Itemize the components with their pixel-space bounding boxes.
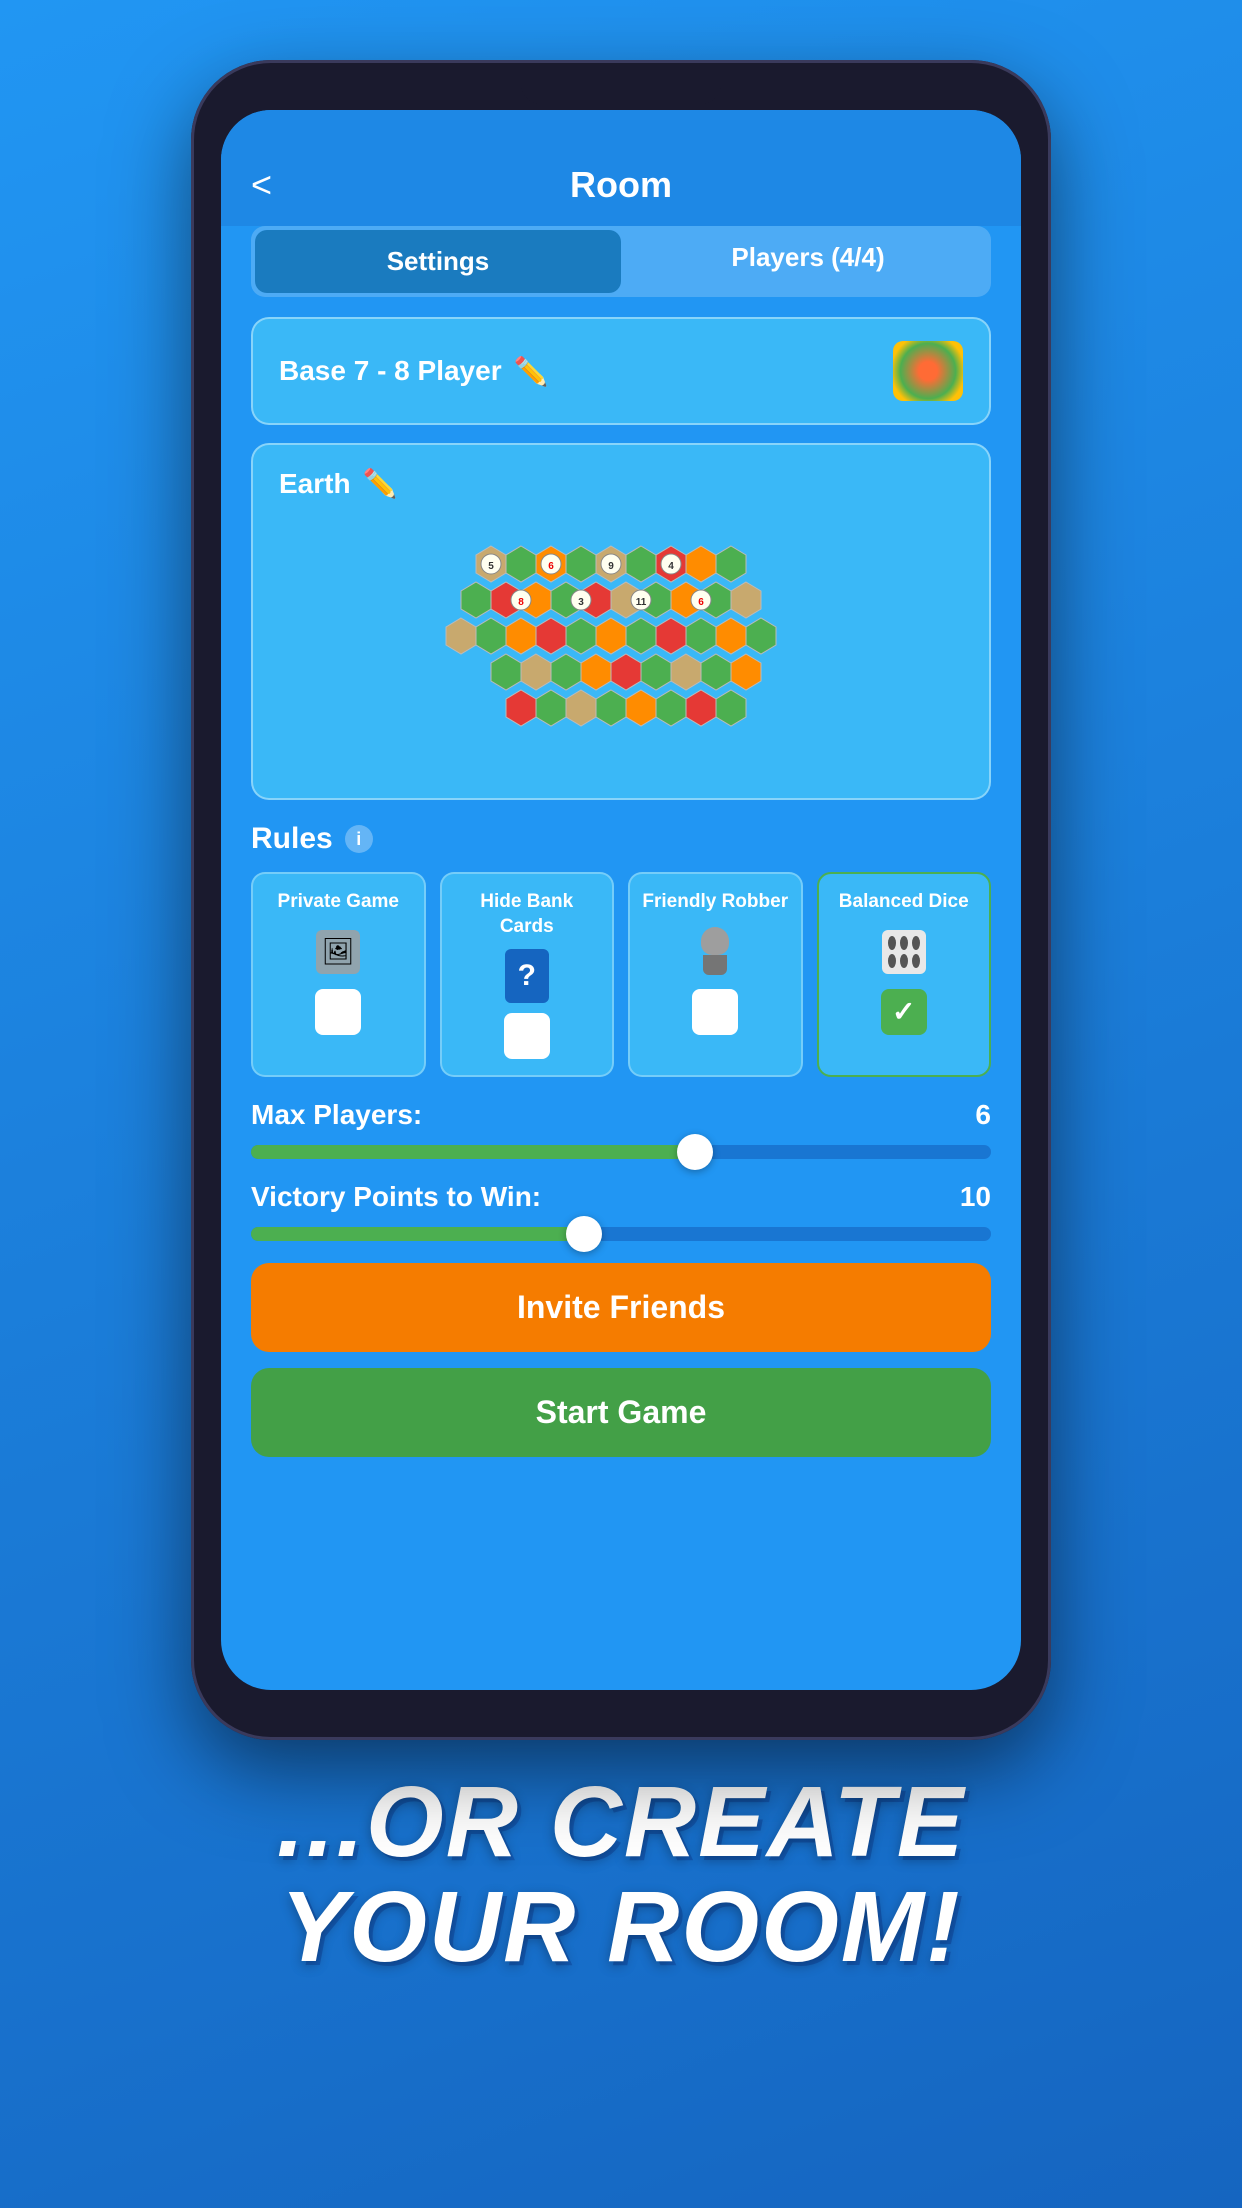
map-title-text: Earth (279, 468, 351, 500)
rule-balanced-dice-label: Balanced Dice (839, 890, 969, 915)
rules-title: Rules i (251, 822, 991, 856)
victory-points-section: Victory Points to Win: 10 (251, 1181, 991, 1241)
victory-points-thumb[interactable] (566, 1216, 602, 1252)
max-players-fill (251, 1145, 695, 1159)
rule-hide-bank-label: Hide Bank Cards (452, 890, 603, 939)
tab-settings[interactable]: Settings (255, 230, 621, 293)
map-edit-icon[interactable]: ✏️ (363, 467, 398, 500)
rule-private-game-label: Private Game (278, 890, 399, 915)
rule-private-game-icon-area: 🖼 (311, 925, 365, 979)
rule-balanced-dice[interactable]: Balanced Dice ✓ (817, 872, 992, 1077)
hex-map-svg: 5 6 9 4 8 3 11 6 (391, 526, 851, 766)
preset-title: Base 7 - 8 Player ✏️ (279, 355, 548, 388)
rule-friendly-robber-label: Friendly Robber (642, 890, 788, 915)
rules-title-text: Rules (251, 822, 333, 856)
map-card: Earth ✏️ (251, 443, 991, 800)
status-bar (221, 110, 1021, 154)
svg-text:8: 8 (518, 597, 524, 608)
preset-edit-icon[interactable]: ✏️ (514, 355, 549, 388)
tab-bar: Settings Players (4/4) (251, 226, 991, 297)
tab-players[interactable]: Players (4/4) (625, 226, 991, 297)
rule-balanced-dice-checkbox[interactable]: ✓ (881, 989, 927, 1035)
content-area: Base 7 - 8 Player ✏️ Earth ✏️ (221, 317, 1021, 1690)
tagline: ...or create your room! (237, 1770, 1006, 1980)
rule-friendly-robber-icon-area (688, 925, 742, 979)
dice-icon (882, 930, 926, 974)
phone-frame: < Room Settings Players (4/4) Base 7 - 8… (191, 60, 1051, 1740)
photo-icon: 🖼 (316, 930, 360, 974)
preset-card[interactable]: Base 7 - 8 Player ✏️ (251, 317, 991, 425)
victory-points-label-row: Victory Points to Win: 10 (251, 1181, 991, 1213)
phone-notch (521, 74, 721, 104)
svg-text:11: 11 (636, 597, 647, 608)
rule-hide-bank-checkbox[interactable] (504, 1013, 550, 1059)
map-preview: 5 6 9 4 8 3 11 6 (279, 516, 963, 776)
max-players-section: Max Players: 6 (251, 1099, 991, 1159)
rule-private-game-checkbox[interactable] (315, 989, 361, 1035)
svg-text:5: 5 (488, 561, 494, 572)
rule-friendly-robber[interactable]: Friendly Robber (628, 872, 803, 1077)
robber-icon (697, 927, 733, 977)
map-title: Earth ✏️ (279, 467, 963, 500)
header: < Room (221, 154, 1021, 226)
rule-friendly-robber-checkbox[interactable] (692, 989, 738, 1035)
max-players-value: 6 (975, 1099, 991, 1131)
start-game-button[interactable]: Start Game (251, 1368, 991, 1457)
rules-grid: Private Game 🖼 Hide Bank Cards ? (251, 872, 991, 1077)
rule-private-game[interactable]: Private Game 🖼 (251, 872, 426, 1077)
victory-points-fill (251, 1227, 584, 1241)
victory-points-track[interactable] (251, 1227, 991, 1241)
preset-thumbnail (893, 341, 963, 401)
max-players-track[interactable] (251, 1145, 991, 1159)
svg-text:6: 6 (698, 597, 704, 608)
rule-balanced-dice-icon-area (877, 925, 931, 979)
rules-info-icon[interactable]: i (345, 825, 373, 853)
question-card-icon: ? (505, 949, 549, 1003)
rules-section: Rules i Private Game 🖼 Hide Bank Card (251, 822, 991, 1077)
victory-points-label: Victory Points to Win: (251, 1181, 541, 1213)
preset-title-text: Base 7 - 8 Player (279, 355, 502, 387)
invite-friends-button[interactable]: Invite Friends (251, 1263, 991, 1352)
rule-hide-bank-icon-area: ? (500, 949, 554, 1003)
svg-text:3: 3 (578, 597, 584, 608)
tagline-line1: ...or create (277, 1770, 966, 1875)
victory-points-value: 10 (960, 1181, 991, 1213)
max-players-label-row: Max Players: 6 (251, 1099, 991, 1131)
tagline-line2: your room! (277, 1875, 966, 1980)
page-title: Room (570, 164, 672, 206)
max-players-thumb[interactable] (677, 1134, 713, 1170)
max-players-label: Max Players: (251, 1099, 422, 1131)
phone-screen: < Room Settings Players (4/4) Base 7 - 8… (221, 110, 1021, 1690)
checkmark-icon: ✓ (892, 995, 915, 1028)
svg-text:4: 4 (668, 561, 674, 572)
back-button[interactable]: < (251, 164, 272, 206)
svg-text:6: 6 (548, 561, 554, 572)
rule-hide-bank[interactable]: Hide Bank Cards ? (440, 872, 615, 1077)
svg-text:9: 9 (608, 561, 614, 572)
